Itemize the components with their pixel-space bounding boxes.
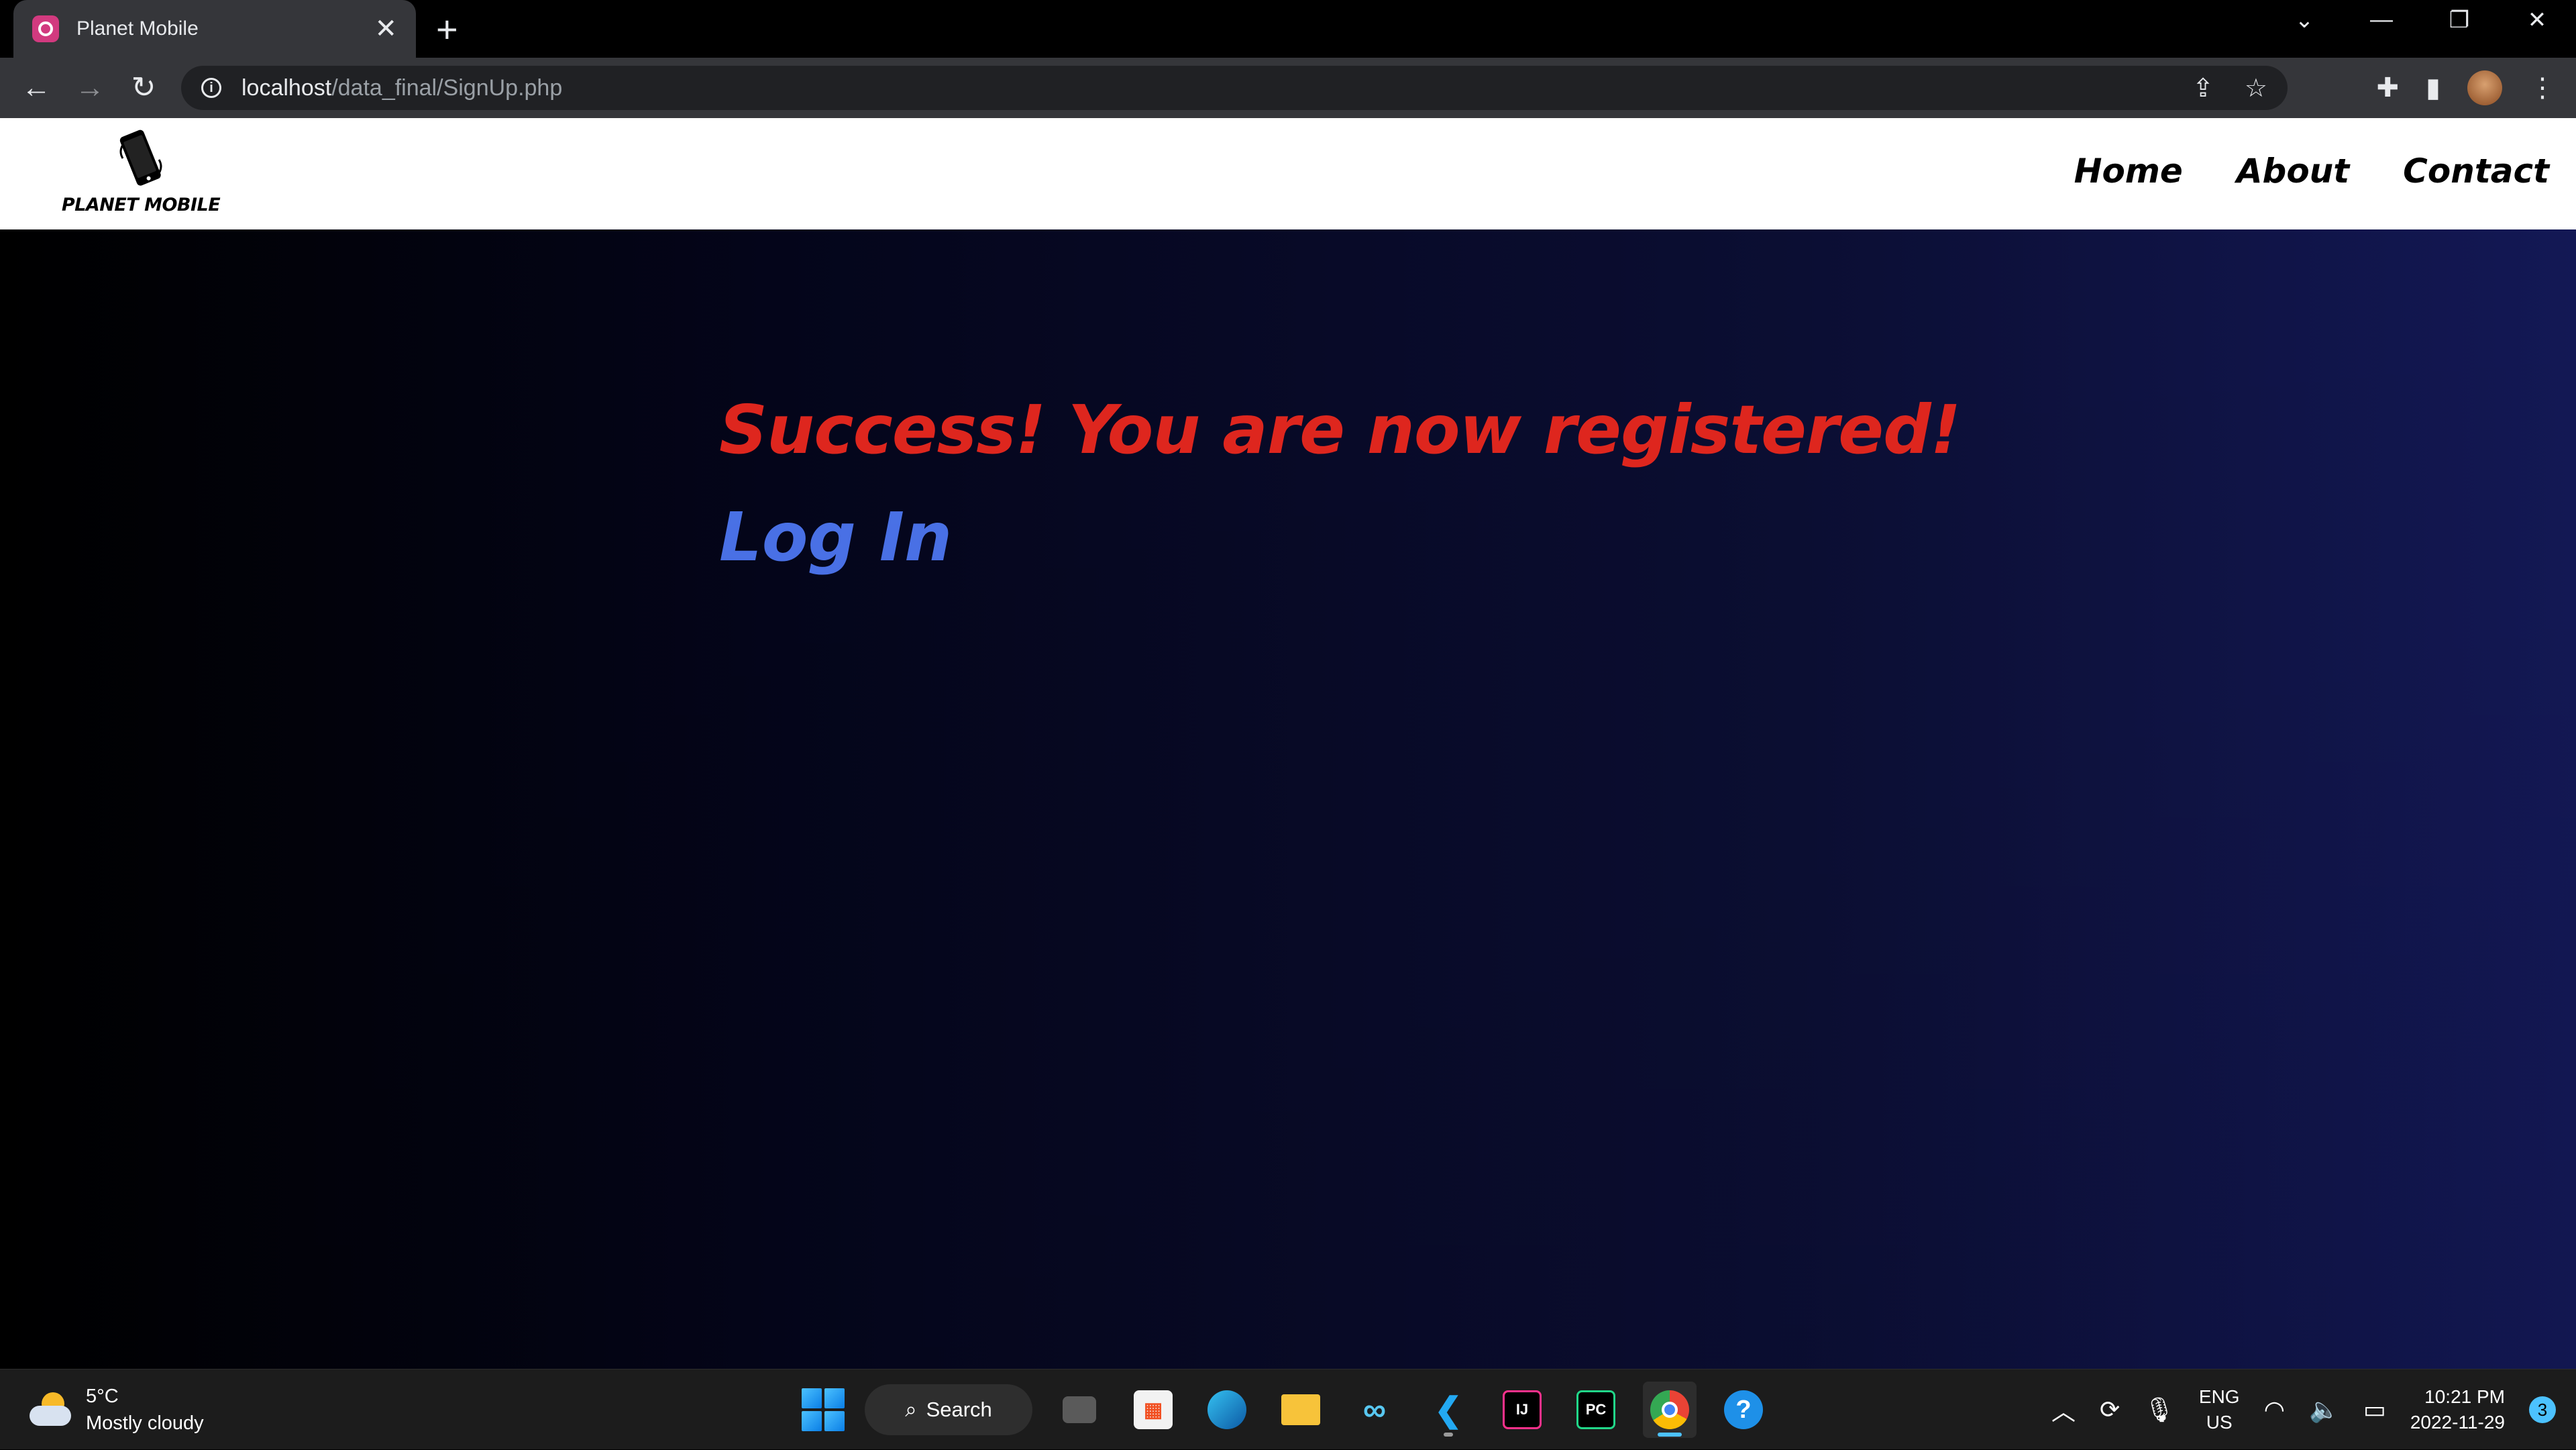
registration-success-message: Success! You are now registered! [719, 391, 1961, 469]
wifi-icon[interactable]: ◠ [2264, 1396, 2285, 1424]
browser-toolbar: ← → ↻ i localhost /data_final/SignUp.php… [0, 58, 2576, 118]
extensions-puzzle-icon[interactable]: ✚ [2376, 72, 2399, 103]
search-label: Search [926, 1398, 992, 1421]
back-arrow-icon[interactable]: ← [9, 73, 63, 103]
close-window-button[interactable]: ✕ [2517, 7, 2557, 34]
tab-search-chevron-icon[interactable]: ⌄ [2284, 7, 2324, 34]
weather-widget[interactable]: 5°C Mostly cloudy [27, 1383, 204, 1437]
notification-badge[interactable]: 3 [2529, 1396, 2556, 1423]
chevron-up-icon[interactable]: ︿ [2051, 1392, 2076, 1427]
profile-avatar[interactable] [2467, 70, 2502, 105]
battery-icon[interactable]: ▭ [2363, 1396, 2386, 1424]
vscode-icon[interactable]: ❮ [1421, 1382, 1475, 1438]
new-tab-button[interactable]: + [436, 11, 458, 48]
url-host: localhost [241, 74, 332, 101]
reload-icon[interactable]: ↻ [117, 73, 170, 103]
favicon-icon [32, 15, 59, 42]
address-bar[interactable]: i localhost /data_final/SignUp.php ⇪ ☆ [181, 66, 2288, 110]
share-icon[interactable]: ⇪ [2192, 73, 2214, 103]
weather-temperature: 5°C [86, 1386, 119, 1407]
taskbar-search-button[interactable]: ⌕ Search [865, 1384, 1032, 1435]
copilot-infinity-icon[interactable]: ∞ [1348, 1382, 1401, 1438]
menu-kebab-icon[interactable]: ⋮ [2529, 72, 2556, 103]
forward-arrow-icon[interactable]: → [63, 73, 117, 103]
site-logo[interactable]: PLANET MOBILE [60, 122, 221, 223]
restore-button[interactable]: ❐ [2439, 7, 2479, 34]
help-icon[interactable]: ? [1717, 1382, 1770, 1438]
main-nav: Home About Contact [2074, 152, 2549, 191]
intellij-icon[interactable]: IJ [1495, 1382, 1549, 1438]
sync-icon[interactable]: ⟳ [2100, 1396, 2120, 1424]
task-view-icon[interactable] [1053, 1382, 1106, 1438]
volume-icon[interactable]: 🔈 [2309, 1396, 2339, 1424]
clock-date: 2022-11-29 [2410, 1412, 2505, 1433]
close-tab-icon[interactable]: ✕ [374, 15, 397, 42]
url-path: /data_final/SignUp.php [331, 74, 563, 101]
minimize-button[interactable]: — [2361, 7, 2402, 33]
file-explorer-icon[interactable] [1274, 1382, 1328, 1438]
chrome-icon[interactable] [1643, 1382, 1697, 1438]
bookmark-star-icon[interactable]: ☆ [2245, 73, 2267, 103]
clock-time: 10:21 PM [2424, 1386, 2505, 1407]
phone-logo-icon [119, 130, 162, 186]
microsoft-store-icon[interactable]: ▦ [1126, 1382, 1180, 1438]
nav-home-link[interactable]: Home [2074, 152, 2183, 191]
site-header: PLANET MOBILE Home About Contact [0, 118, 2576, 229]
browser-tab-strip: Planet Mobile ✕ + ⌄ — ❐ ✕ [0, 0, 2576, 58]
hero-section: Success! You are now registered! Log In [0, 229, 2576, 1369]
taskbar-apps: ⌕ Search ▦ ∞ ❮ IJ PC ? [802, 1382, 1770, 1438]
logo-text: PLANET MOBILE [61, 195, 221, 215]
cloudy-weather-icon [27, 1390, 74, 1430]
weather-description: Mostly cloudy [86, 1412, 204, 1434]
search-icon: ⌕ [905, 1397, 917, 1421]
login-link[interactable]: Log In [719, 498, 952, 576]
region-code: US [2206, 1412, 2233, 1433]
pycharm-icon[interactable]: PC [1569, 1382, 1623, 1438]
browser-tab[interactable]: Planet Mobile ✕ [13, 0, 416, 58]
edge-browser-icon[interactable] [1200, 1382, 1254, 1438]
start-windows-icon[interactable] [802, 1388, 845, 1431]
clock[interactable]: 10:21 PM 2022-11-29 [2410, 1384, 2505, 1435]
taskbar: 5°C Mostly cloudy ⌕ Search ▦ ∞ ❮ IJ PC ?… [0, 1369, 2576, 1449]
nav-about-link[interactable]: About [2237, 152, 2349, 191]
nav-contact-link[interactable]: Contact [2403, 152, 2549, 191]
system-tray: ︿ ⟳ 🎙 ENG US ◠ 🔈 ▭ 10:21 PM 2022-11-29 3 [2051, 1369, 2556, 1450]
side-panel-icon[interactable]: ▮ [2426, 72, 2440, 103]
tab-title: Planet Mobile [76, 17, 199, 40]
language-code: ENG [2198, 1386, 2240, 1407]
site-info-icon[interactable]: i [201, 78, 221, 98]
microphone-icon[interactable]: 🎙 [2144, 1396, 2175, 1424]
language-indicator[interactable]: ENG US [2199, 1384, 2240, 1435]
